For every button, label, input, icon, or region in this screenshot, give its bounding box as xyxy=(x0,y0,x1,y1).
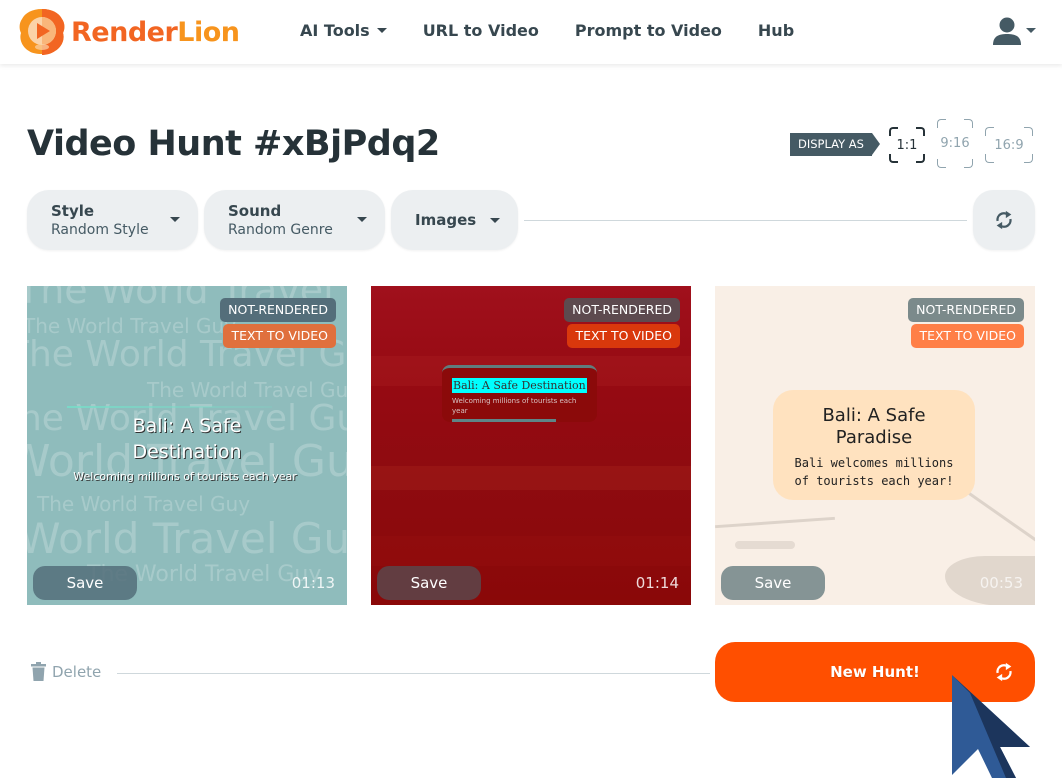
divider xyxy=(117,673,710,674)
type-badge: TEXT TO VIDEO xyxy=(567,324,680,348)
page-title: Video Hunt #xBjPdq2 xyxy=(27,124,440,164)
display-as-label: DISPLAY AS xyxy=(790,133,880,156)
type-badge: TEXT TO VIDEO xyxy=(223,324,336,348)
status-badge: NOT-RENDERED xyxy=(220,298,336,322)
watermark-text: The World Travel Guy xyxy=(37,492,251,516)
main-nav: AI Tools URL to Video Prompt to Video Hu… xyxy=(300,21,830,40)
user-menu[interactable] xyxy=(990,14,1036,48)
ratio-9-16-button[interactable]: 9:16 xyxy=(937,119,973,168)
mouse-cursor-icon xyxy=(952,675,1030,778)
video-duration: 01:14 xyxy=(635,574,679,592)
card-headline: Bali: A Safe Destination xyxy=(452,378,587,393)
chevron-down-icon xyxy=(376,28,387,33)
caption-progress-bar xyxy=(452,419,556,422)
nav-prompt-to-video-label: Prompt to Video xyxy=(574,21,722,40)
nav-url-to-video[interactable]: URL to Video xyxy=(423,21,539,40)
caption-box: Bali: A Safe Paradise Bali welcomes mill… xyxy=(773,390,975,500)
card-subtitle: Welcoming millions of tourists each year xyxy=(73,470,297,483)
style-dropdown[interactable]: Style Random Style xyxy=(27,190,198,250)
chevron-down-icon xyxy=(1026,27,1036,33)
sound-dropdown[interactable]: Sound Random Genre xyxy=(204,190,385,250)
style-dropdown-value: Random Style xyxy=(51,222,149,238)
nav-hub-label: Hub xyxy=(757,21,795,40)
nav-ai-tools-label: AI Tools xyxy=(300,21,370,40)
water-texture xyxy=(371,536,691,566)
brand-name: RenderLion xyxy=(71,17,240,48)
delete-label: Delete xyxy=(52,662,102,681)
navbar: RenderLion AI Tools URL to Video Prompt … xyxy=(0,0,1062,64)
nav-url-to-video-label: URL to Video xyxy=(422,21,539,40)
chevron-down-icon xyxy=(357,217,367,222)
water-texture xyxy=(371,466,691,490)
trash-icon xyxy=(31,662,46,681)
nav-ai-tools[interactable]: AI Tools xyxy=(300,21,387,40)
save-button[interactable]: Save xyxy=(721,566,825,600)
card-subtitle: Bali welcomes millions of tourists each … xyxy=(794,456,954,488)
images-dropdown[interactable]: Images xyxy=(391,190,518,250)
card-subtitle: Welcoming millions of tourists each year xyxy=(452,397,577,415)
delete-button[interactable]: Delete xyxy=(31,662,101,681)
images-dropdown-label: Images xyxy=(415,211,477,229)
refresh-button[interactable] xyxy=(973,190,1035,250)
ratio-1-1-button[interactable]: 1:1 xyxy=(889,127,925,163)
card-headline: Bali: A Safe Destination xyxy=(132,415,242,463)
sound-dropdown-label: Sound xyxy=(228,202,282,220)
nav-hub[interactable]: Hub xyxy=(758,21,794,40)
video-duration: 00:53 xyxy=(979,574,1023,592)
video-card[interactable]: The World Travel Guy The World Travel Gu… xyxy=(27,286,347,605)
ratio-label: 1:1 xyxy=(896,137,918,153)
video-card[interactable]: Bali: A Safe Paradise Bali welcomes mill… xyxy=(715,286,1035,605)
card-headline: Bali: A Safe Paradise xyxy=(822,405,926,448)
type-badge: TEXT TO VIDEO xyxy=(911,324,1024,348)
user-icon xyxy=(993,17,1021,45)
chevron-down-icon xyxy=(170,217,180,222)
save-button[interactable]: Save xyxy=(33,566,137,600)
brand-name-part1: Render xyxy=(71,16,178,48)
ratio-16-9-button[interactable]: 16:9 xyxy=(985,127,1033,163)
watermark-text: World Travel Guy xyxy=(27,514,347,563)
refresh-icon xyxy=(996,210,1012,230)
ratio-label: 9:16 xyxy=(940,136,970,151)
status-badge: NOT-RENDERED xyxy=(908,298,1024,322)
chevron-down-icon xyxy=(490,218,500,223)
video-card[interactable]: Bali: A Safe Destination Welcoming milli… xyxy=(371,286,691,605)
nav-prompt-to-video[interactable]: Prompt to Video xyxy=(575,21,722,40)
grunge-texture xyxy=(715,516,835,529)
sound-dropdown-value: Random Genre xyxy=(228,222,333,238)
video-duration: 01:13 xyxy=(291,574,335,592)
lion-logo-icon xyxy=(19,9,65,55)
status-badge: NOT-RENDERED xyxy=(564,298,680,322)
caption-box: Bali: A Safe Destination Welcoming milli… xyxy=(442,365,597,422)
logo[interactable]: RenderLion xyxy=(17,7,240,57)
brand-name-part2: Lion xyxy=(177,16,240,48)
ratio-label: 16:9 xyxy=(994,137,1024,153)
title-underline xyxy=(67,406,272,408)
grunge-texture xyxy=(735,541,795,549)
style-dropdown-label: Style xyxy=(51,202,95,220)
save-button[interactable]: Save xyxy=(377,566,481,600)
divider xyxy=(524,220,967,221)
